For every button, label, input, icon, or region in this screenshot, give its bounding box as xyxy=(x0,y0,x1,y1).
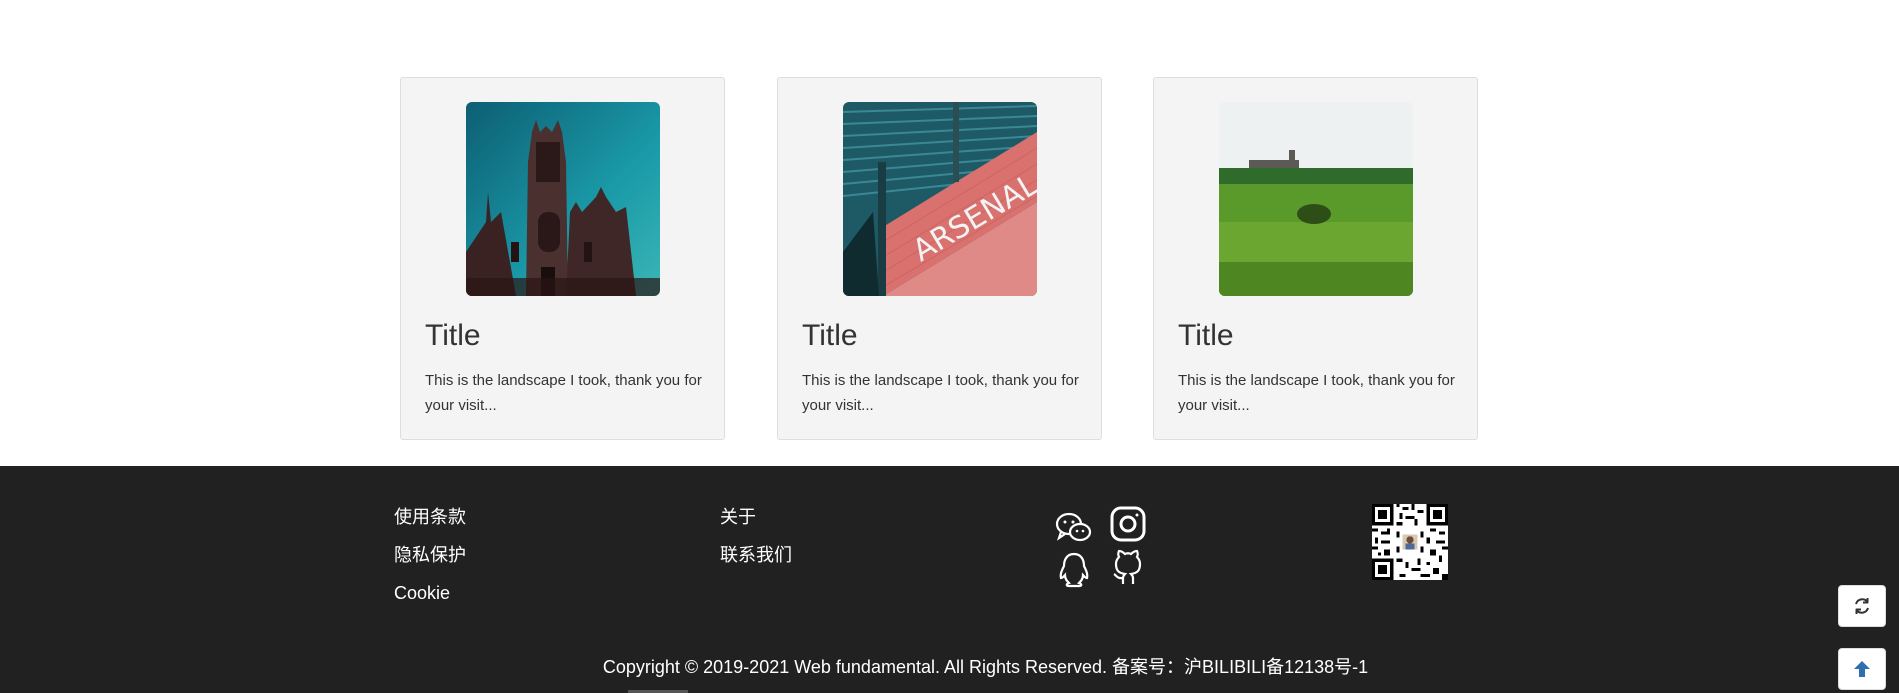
arrow-up-icon xyxy=(1854,661,1870,677)
github-icon[interactable] xyxy=(1108,548,1148,588)
photo-card[interactable]: ARSENAL Title This is the landscape I to… xyxy=(777,77,1102,440)
privacy-link[interactable]: 隐私保护 xyxy=(394,543,466,581)
photo-card[interactable]: Title This is the landscape I took, than… xyxy=(1153,77,1478,440)
footer-legal-links: 使用条款 隐私保护 Cookie xyxy=(394,505,466,619)
back-to-top-button[interactable] xyxy=(1838,648,1886,690)
card-description: This is the landscape I took, thank you … xyxy=(425,372,702,414)
footer-info-links: 关于 联系我们 xyxy=(720,505,792,581)
terms-link[interactable]: 使用条款 xyxy=(394,505,466,543)
green-field-photo[interactable] xyxy=(1219,102,1413,296)
social-icons xyxy=(1051,504,1151,594)
card-description: This is the landscape I took, thank you … xyxy=(802,372,1079,414)
card-title: Title xyxy=(425,319,481,352)
photo-card[interactable]: Title This is the landscape I took, than… xyxy=(400,77,725,440)
refresh-icon xyxy=(1855,598,1869,614)
arsenal-sign-photo[interactable]: ARSENAL xyxy=(843,102,1037,296)
church-photo[interactable] xyxy=(466,102,660,296)
card-grid: Title This is the landscape I took, than… xyxy=(0,0,1899,466)
wechat-icon[interactable] xyxy=(1054,508,1094,548)
refresh-button[interactable] xyxy=(1838,585,1886,627)
cookie-link[interactable]: Cookie xyxy=(394,581,466,619)
card-description: This is the landscape I took, thank you … xyxy=(1178,372,1455,414)
about-link[interactable]: 关于 xyxy=(720,505,792,543)
copyright-text: Copyright © 2019-2021 Web fundamental. A… xyxy=(602,657,1369,677)
site-footer: 使用条款 隐私保护 Cookie 关于 联系我们 Copyright © 201… xyxy=(0,466,1899,693)
card-title: Title xyxy=(1178,319,1234,352)
card-title: Title xyxy=(802,319,858,352)
instagram-icon[interactable] xyxy=(1108,504,1148,544)
qr-code-image xyxy=(1372,504,1448,580)
qq-icon[interactable] xyxy=(1054,550,1094,590)
contact-link[interactable]: 联系我们 xyxy=(720,543,792,581)
